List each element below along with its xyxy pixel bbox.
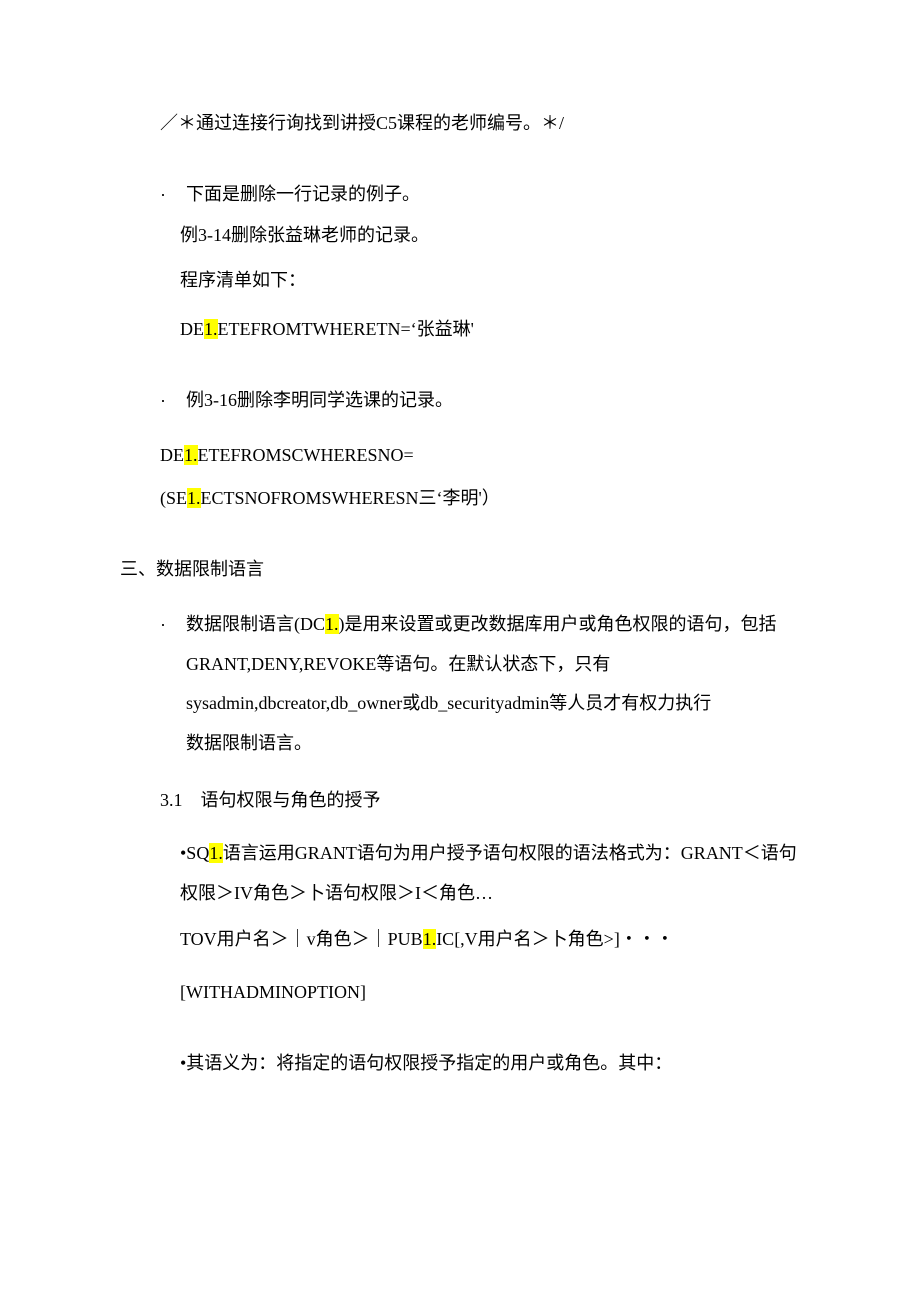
para-grant-to: TOV用户名＞｜v角色＞｜PUB1.IC[,V用户名＞卜角色>]・・・ bbox=[180, 926, 800, 953]
bullet-dot-icon: · bbox=[160, 181, 186, 208]
document-page: ／＊通过连接行询找到讲授C5课程的老师编号。＊/ · 下面是删除一行记录的例子。… bbox=[0, 0, 920, 1301]
heading-3-1: 3.1 语句权限与角色的授予 bbox=[160, 787, 800, 814]
heading-section-3: 三、数据限制语言 bbox=[120, 556, 800, 583]
code-delete-teacher: DE1.ETEFROMTWHERETN=‘张益琳' bbox=[180, 316, 800, 343]
para-comment: ／＊通过连接行询找到讲授C5课程的老师编号。＊/ bbox=[160, 110, 800, 137]
code-frag-de: DE bbox=[180, 319, 204, 339]
highlight-2: 1. bbox=[184, 445, 198, 465]
text-dcl-a: 数据限制语言(DC bbox=[186, 614, 325, 634]
para-semantics: •其语义为：将指定的语句权限授予指定的用户或角色。其中： bbox=[180, 1050, 800, 1077]
highlight-3: 1. bbox=[187, 488, 201, 508]
text-example-3-16: 例3-16删除李明同学选课的记录。 bbox=[186, 387, 453, 414]
bullet-item-example-3-16: · 例3-16删除李明同学选课的记录。 bbox=[160, 387, 800, 414]
code-select-sno: (SE1.ECTSNOFROMSWHERESN三‘李明'） bbox=[160, 485, 800, 512]
text-dcl-line2: GRANT,DENY,REVOKE等语句。在默认状态下，只有 bbox=[186, 654, 610, 674]
bullet-item-dcl: · 数据限制语言(DC1.)是用来设置或更改数据库用户或角色权限的语句，包括 G… bbox=[160, 605, 800, 763]
text-grant-a: •SQ bbox=[180, 843, 209, 863]
highlight-4: 1. bbox=[325, 614, 339, 634]
text-to-b: IC[,V用户名＞卜角色>]・・・ bbox=[436, 929, 674, 949]
text-grant-line2: 权限＞IV角色＞卜语句权限＞I＜角色… bbox=[180, 883, 493, 903]
code-frag-rest: ETEFROMTWHERETN=‘张益琳' bbox=[218, 319, 474, 339]
text-grant-b: 语言运用GRANT语句为用户授予语句权限的语法格式为：GRANT＜语句 bbox=[223, 843, 797, 863]
code-frag-de2: DE bbox=[160, 445, 184, 465]
text-dcl-line4: 数据限制语言。 bbox=[186, 733, 312, 753]
text-to-a: TOV用户名＞｜v角色＞｜PUB bbox=[180, 929, 423, 949]
text-dcl-block: 数据限制语言(DC1.)是用来设置或更改数据库用户或角色权限的语句，包括 GRA… bbox=[186, 605, 777, 763]
para-example-3-14: 例3-14删除张益琳老师的记录。 bbox=[180, 222, 800, 249]
code-delete-sc: DE1.ETEFROMSCWHERESNO= bbox=[160, 442, 800, 469]
code-frag-rest2: ETEFROMSCWHERESNO= bbox=[198, 445, 414, 465]
highlight-5: 1. bbox=[209, 843, 223, 863]
code-frag-se: (SE bbox=[160, 488, 187, 508]
highlight-1: 1. bbox=[204, 319, 218, 339]
para-with-admin: [WITHADMINOPTION] bbox=[180, 979, 800, 1006]
para-program-list: 程序清单如下： bbox=[180, 267, 800, 294]
text-dcl-line3: sysadmin,dbcreator,db_owner或db_securitya… bbox=[186, 693, 711, 713]
code-frag-rest3: ECTSNOFROMSWHERESN三‘李明'） bbox=[201, 488, 500, 508]
bullet-item-delete-intro: · 下面是删除一行记录的例子。 bbox=[160, 181, 800, 208]
text-dcl-b: )是用来设置或更改数据库用户或角色权限的语句，包括 bbox=[339, 614, 777, 634]
bullet-dot-icon: · bbox=[160, 387, 186, 414]
text-delete-intro: 下面是删除一行记录的例子。 bbox=[186, 181, 420, 208]
bullet-dot-icon: · bbox=[160, 605, 186, 645]
highlight-6: 1. bbox=[423, 929, 437, 949]
para-grant-syntax: •SQ1.语言运用GRANT语句为用户授予语句权限的语法格式为：GRANT＜语句… bbox=[180, 834, 800, 913]
